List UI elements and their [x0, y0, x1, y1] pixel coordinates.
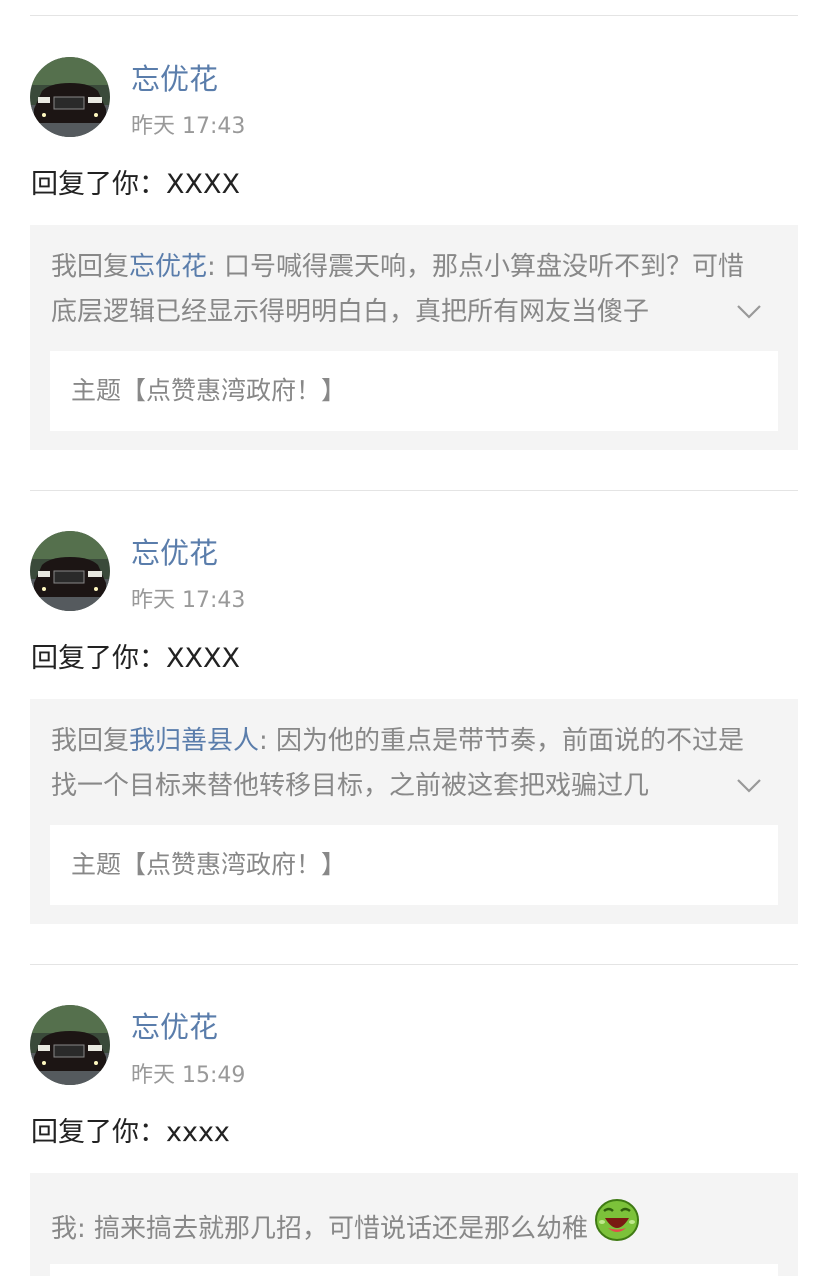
- reply-text: 回复了你：XXXX: [31, 643, 240, 674]
- avatar[interactable]: [30, 531, 110, 611]
- divider: [30, 15, 798, 16]
- username[interactable]: 忘优花: [131, 61, 218, 97]
- quote-prefix: 我回复: [51, 726, 130, 756]
- timestamp: 昨天 17:43: [131, 114, 246, 139]
- reply-text: 回复了你：XXXX: [31, 169, 240, 200]
- timestamp: 昨天 17:43: [131, 588, 246, 613]
- laughing-emoji-icon: [594, 1196, 640, 1257]
- quoted-comment[interactable]: 我回复忘优花: 口号喊得震天响，那点小算盘没听不到？可惜底层逻辑已经显示得明明白…: [30, 225, 798, 450]
- divider: [30, 964, 798, 965]
- topic-card[interactable]: 主题【点赞惠湾政府！】: [50, 351, 778, 431]
- quote-prefix: 我回复: [51, 252, 130, 282]
- username[interactable]: 忘优花: [131, 1009, 218, 1045]
- avatar[interactable]: [30, 1005, 110, 1085]
- reply-text: 回复了你：xxxx: [31, 1117, 230, 1148]
- avatar[interactable]: [30, 57, 110, 137]
- notification-feed: 忘优花 昨天 17:43 回复了你：XXXX 我回复忘优花: 口号喊得震天响，那…: [0, 0, 828, 1276]
- topic-card[interactable]: 主题【点赞惠湾政府！】: [50, 825, 778, 905]
- chevron-down-icon[interactable]: [736, 298, 762, 324]
- quote-text: 我回复忘优花: 口号喊得震天响，那点小算盘没听不到？可惜底层逻辑已经显示得明明白…: [51, 245, 768, 335]
- username[interactable]: 忘优花: [131, 535, 218, 571]
- quoted-comment[interactable]: 我回复我归善县人: 因为他的重点是带节奏，前面说的不过是找一个目标来替他转移目标…: [30, 699, 798, 924]
- topic-title: 主题【点赞惠湾政府！】: [71, 850, 347, 879]
- quote-text: 我回复我归善县人: 因为他的重点是带节奏，前面说的不过是找一个目标来替他转移目标…: [51, 719, 768, 809]
- topic-title: 主题【点赞惠湾政府！】: [71, 376, 347, 405]
- quote-mention[interactable]: 忘优花: [129, 252, 207, 282]
- quote-text: 我: 搞来搞去就那几招，可惜说话还是那么幼稚: [51, 1199, 768, 1257]
- timestamp: 昨天 15:49: [131, 1063, 246, 1088]
- quote-mention[interactable]: 我归善县人: [129, 726, 259, 756]
- quote-body: : 搞来搞去就那几招，可惜说话还是那么幼稚: [77, 1214, 589, 1244]
- topic-card[interactable]: [50, 1264, 778, 1276]
- quoted-comment[interactable]: 我: 搞来搞去就那几招，可惜说话还是那么幼稚: [30, 1173, 798, 1276]
- chevron-down-icon[interactable]: [736, 772, 762, 798]
- quote-prefix: 我: [51, 1214, 78, 1244]
- divider: [30, 490, 798, 491]
